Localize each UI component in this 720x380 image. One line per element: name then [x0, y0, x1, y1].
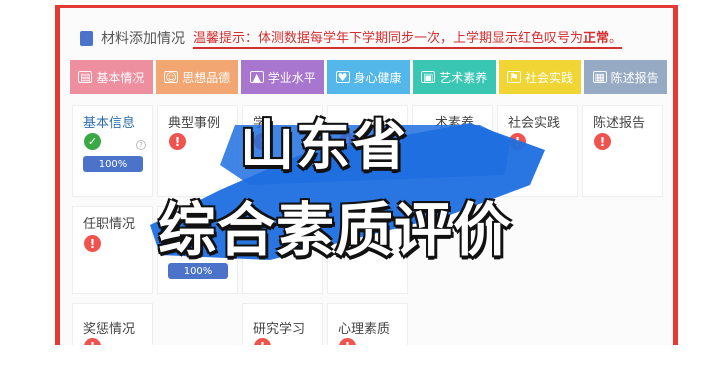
progress-label: 100%	[183, 265, 213, 277]
tab-social-practice[interactable]: ⚑ 社会实践	[498, 60, 582, 94]
card-label: 术素养	[435, 116, 475, 131]
warning-icon: !	[84, 235, 101, 252]
card-rewards-penalties[interactable]: 奖惩情况 !	[72, 303, 153, 345]
card-label: 陈述报告	[593, 116, 646, 131]
card-blank[interactable]	[242, 206, 323, 294]
warning-icon: !	[169, 133, 186, 150]
card-arts[interactable]: 术素养 !	[412, 105, 493, 197]
graduation-cap-icon: ▲	[249, 71, 264, 83]
progress-bar: 100%	[168, 263, 228, 279]
tab-statement-report[interactable]: ▦ 陈述报告	[584, 60, 668, 94]
card-statement-report[interactable]: 陈述报告 !	[582, 105, 663, 197]
tab-moral-character[interactable]: ☺ 思想品德	[155, 60, 239, 94]
help-icon[interactable]: ?	[136, 140, 146, 150]
head-icon: ☺	[164, 70, 179, 84]
warning-icon: !	[254, 133, 271, 150]
progress-bar: 100%	[83, 156, 143, 172]
card-label: 典型事例	[168, 116, 221, 131]
card-health[interactable]: !	[327, 105, 408, 197]
card-academic[interactable]: 学 !	[242, 105, 323, 197]
flag-icon: ⚑	[506, 71, 521, 83]
card-label: 社会实践	[508, 116, 561, 131]
card-label: 心理素质	[338, 322, 391, 337]
warning-icon: !	[594, 133, 611, 150]
heart-icon: ♥	[335, 71, 350, 83]
id-card-icon: ▤	[78, 70, 93, 84]
card-blank[interactable]	[327, 206, 408, 294]
card-basic-info[interactable]: 基本信息 ✓ 100% ?	[72, 105, 153, 197]
card-label: 任职情况	[83, 217, 136, 232]
tab-arts[interactable]: ▣ 艺术素养	[412, 60, 496, 94]
warning-icon: !	[339, 133, 356, 150]
panel-title: 材料添加情况	[101, 31, 185, 47]
tab-physical-mental-health[interactable]: ♥ 身心健康	[327, 60, 410, 94]
materials-panel: 材料添加情况 温馨提示：体测数据每学年下学期同步一次，上学期显示红色叹号为正常。…	[55, 5, 678, 345]
warning-icon: !	[84, 338, 101, 345]
card-label: 学	[253, 116, 267, 131]
tab-basic-info[interactable]: ▤ 基本情况	[70, 60, 153, 94]
card-label: 奖惩情况	[83, 322, 136, 337]
card-typical-cases[interactable]: 典型事例 !	[157, 105, 238, 197]
warning-icon: !	[424, 133, 441, 150]
warning-icon: !	[509, 133, 526, 150]
progress-label: 100%	[98, 158, 128, 170]
card-positions-held[interactable]: 任职情况 !	[72, 206, 153, 294]
picture-icon: ▣	[421, 70, 436, 84]
tab-academic-level[interactable]: ▲ 学业水平	[241, 60, 325, 94]
panel-header: 材料添加情况 温馨提示：体测数据每学年下学期同步一次，上学期显示红色叹号为正常。	[80, 26, 623, 50]
category-tabs: ▤ 基本情况 ☺ 思想品德 ▲ 学业水平 ♥ 身心健康 ▣ 艺术素养 ⚑ 社会实…	[70, 60, 668, 94]
warning-icon: !	[339, 338, 356, 345]
warning-icon: !	[254, 338, 271, 345]
report-icon: ▦	[592, 70, 607, 84]
card-social-practice[interactable]: 社会实践 !	[497, 105, 578, 197]
card-psychological-quality[interactable]: 心理素质 !	[327, 303, 408, 345]
warm-tip-notice: 温馨提示：体测数据每学年下学期同步一次，上学期显示红色叹号为正常。	[193, 27, 623, 49]
card-label: 研究学习	[253, 322, 306, 337]
checkmark-icon: ✓	[84, 133, 101, 150]
card-research-study[interactable]: 研究学习 !	[242, 303, 323, 345]
document-icon	[80, 30, 93, 46]
card-label: 基本信息	[83, 116, 136, 131]
card-progress-complete[interactable]: 100%	[157, 206, 238, 294]
